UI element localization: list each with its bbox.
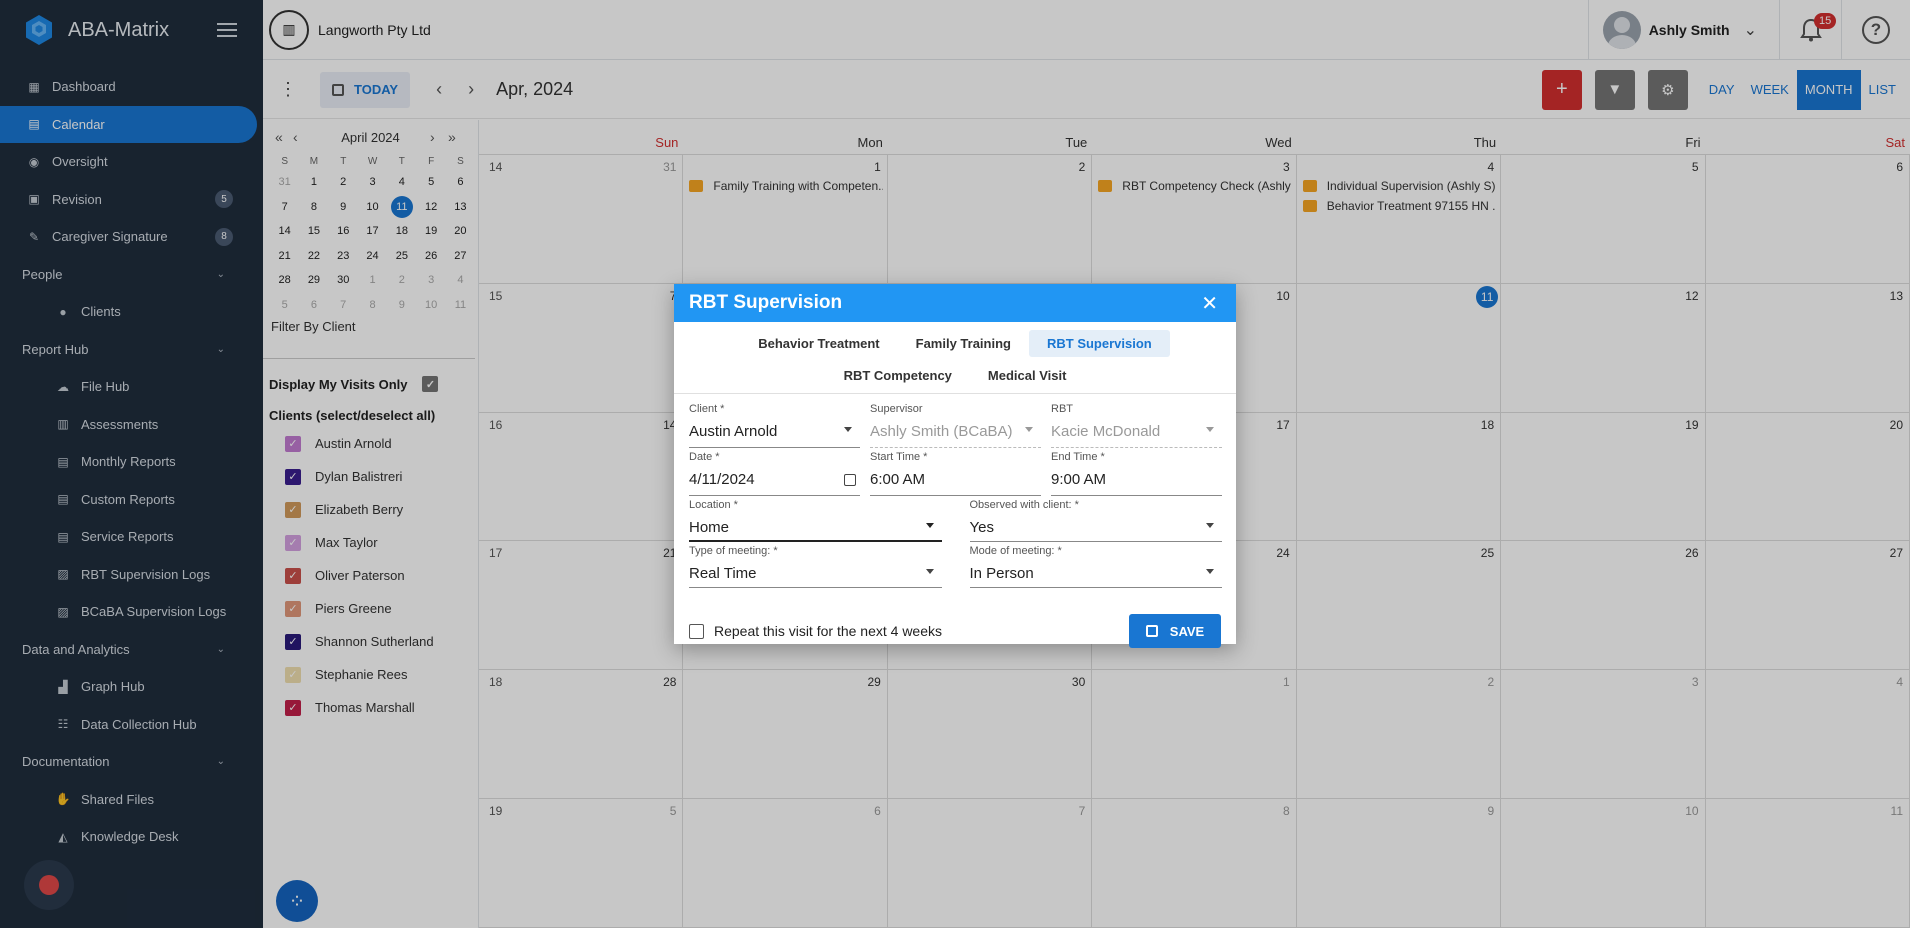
dialog-title: RBT Supervision: [689, 292, 843, 313]
end-time-field[interactable]: End Time * 9:00 AM: [1051, 448, 1222, 496]
dropdown-arrow-icon: [925, 523, 934, 528]
supervisor-label: Supervisor: [870, 403, 923, 415]
date-field[interactable]: Date * 4/11/2024: [689, 448, 860, 496]
dropdown-arrow-icon: [1206, 427, 1214, 432]
supervisor-select: Supervisor Ashly Smith (BCaBA): [870, 400, 1041, 448]
end-time-value: 9:00 AM: [1051, 471, 1107, 488]
visit-form: Client * Austin Arnold Supervisor Ashly …: [674, 394, 1236, 588]
type-of-meeting-value: Real Time: [689, 565, 757, 582]
client-select[interactable]: Client * Austin Arnold: [689, 400, 860, 448]
repeat-visit-checkbox[interactable]: [689, 623, 704, 639]
end-time-label: End Time *: [1051, 451, 1105, 463]
rbt-select: RBT Kacie McDonald: [1051, 400, 1222, 448]
dropdown-arrow-icon: [925, 569, 934, 574]
dropdown-arrow-icon: [1206, 569, 1214, 574]
client-label: Client *: [689, 403, 725, 415]
rbt-value: Kacie McDonald: [1051, 423, 1161, 440]
dropdown-arrow-icon: [1206, 523, 1214, 528]
tab-medical-visit[interactable]: Medical Visit: [970, 362, 1085, 389]
mode-of-meeting-label: Mode of meeting: *: [969, 545, 1062, 557]
observed-value: Yes: [969, 519, 994, 536]
save-button[interactable]: SAVE: [1129, 614, 1221, 648]
dropdown-arrow-icon: [1025, 427, 1033, 432]
visit-type-tabs: Behavior Treatment Family Training RBT S…: [674, 322, 1236, 394]
calendar-picker-icon[interactable]: [844, 474, 856, 486]
location-label: Location *: [689, 499, 738, 511]
repeat-visit-label: Repeat this visit for the next 4 weeks: [714, 623, 942, 639]
save-label: SAVE: [1169, 623, 1205, 639]
rbt-label: RBT: [1051, 403, 1073, 415]
date-value: 4/11/2024: [689, 471, 755, 488]
tab-rbt-competency[interactable]: RBT Competency: [826, 362, 970, 389]
location-value: Home: [689, 519, 730, 536]
type-of-meeting-select[interactable]: Type of meeting: * Real Time: [689, 542, 942, 588]
type-of-meeting-label: Type of meeting: *: [689, 545, 778, 557]
tab-rbt-supervision[interactable]: RBT Supervision: [1028, 330, 1170, 357]
supervisor-value: Ashly Smith (BCaBA): [870, 423, 1013, 440]
tab-behavior-treatment[interactable]: Behavior Treatment: [740, 330, 897, 357]
client-value: Austin Arnold: [689, 423, 778, 440]
dialog-title-bar: RBT Supervision ✕: [674, 284, 1236, 322]
mode-of-meeting-value: In Person: [969, 565, 1034, 582]
dialog-footer: Repeat this visit for the next 4 weeks S…: [674, 614, 1236, 648]
calendar-save-icon: [1145, 625, 1158, 637]
mode-of-meeting-select[interactable]: Mode of meeting: * In Person: [969, 542, 1222, 588]
start-time-field[interactable]: Start Time * 6:00 AM: [870, 448, 1041, 496]
observed-label: Observed with client: *: [969, 499, 1079, 511]
dropdown-arrow-icon: [844, 427, 852, 432]
location-select[interactable]: Location * Home: [689, 496, 942, 542]
start-time-value: 6:00 AM: [870, 471, 926, 488]
rbt-supervision-dialog: RBT Supervision ✕ Behavior Treatment Fam…: [674, 284, 1236, 648]
close-icon[interactable]: ✕: [1201, 291, 1218, 316]
start-time-label: Start Time *: [870, 451, 928, 463]
date-label: Date *: [689, 451, 720, 463]
tab-family-training[interactable]: Family Training: [898, 330, 1029, 357]
observed-with-client-select[interactable]: Observed with client: * Yes: [969, 496, 1222, 542]
